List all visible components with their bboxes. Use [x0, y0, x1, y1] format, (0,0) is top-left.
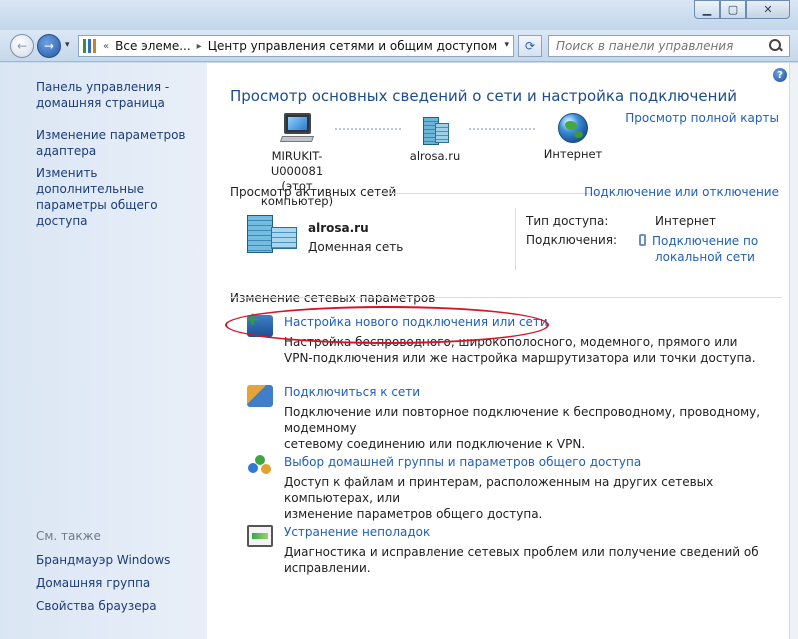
close-button[interactable]: ✕ [746, 0, 790, 19]
task-description: Подключение или повторное подключение к … [284, 404, 784, 452]
sidebar-item-label: Панель управления - [36, 80, 170, 94]
map-connector [469, 128, 535, 130]
globe-icon [558, 113, 588, 143]
section-divider [379, 193, 599, 194]
address-dropdown-icon[interactable]: ▾ [504, 40, 509, 50]
access-type-value: Интернет [655, 214, 717, 228]
sidebar-item-adapter-settings[interactable]: Изменение параметров адаптера [36, 127, 186, 159]
task-homegroup: Выбор домашней группы и параметров общег… [247, 455, 782, 521]
forward-arrow-icon: → [43, 39, 55, 53]
task-description-line: изменение параметров общего доступа. [284, 507, 543, 521]
back-button[interactable]: ← [10, 34, 34, 58]
recent-pages-dropdown[interactable]: ▾ [65, 40, 70, 50]
task-troubleshoot: Устранение неполадок Диагностика и испра… [247, 525, 782, 575]
sidebar-item-browser-properties[interactable]: Свойства браузера [36, 598, 157, 614]
section-divider [230, 297, 782, 298]
main-content: ? Просмотр основных сведений о сети и на… [207, 63, 789, 639]
sidebar-item-firewall[interactable]: Брандмауэр Windows [36, 552, 170, 568]
back-arrow-icon: ← [16, 39, 28, 53]
search-box [548, 35, 790, 57]
refresh-button[interactable]: ⟳ [518, 35, 542, 57]
internet-label: Интернет [543, 147, 603, 161]
active-network-name: alrosa.ru [308, 221, 369, 235]
task-description-line: сетевому соединению или подключение к VP… [284, 437, 586, 451]
breadcrumb-network-center[interactable]: Центр управления сетями и общим доступом [208, 39, 497, 53]
address-bar[interactable]: « Все элеме... ▸ Центр управления сетями… [78, 35, 514, 57]
breadcrumb-all-items[interactable]: Все элеме... [115, 39, 191, 53]
search-input[interactable] [549, 36, 767, 56]
minimize-button[interactable]: ▁ [694, 0, 720, 19]
window-controls: ▁ ▢ ✕ [694, 0, 790, 19]
sidebar-item-label: домашняя страница [36, 96, 165, 110]
task-description-line: Подключение или повторное подключение к … [284, 405, 761, 435]
connections-label: Подключения: [526, 233, 618, 247]
task-new-connection: Настройка нового подключения или сети На… [245, 309, 784, 366]
forward-button[interactable]: → [37, 34, 61, 58]
breadcrumb-overflow[interactable]: « [103, 41, 109, 52]
task-description-line: VPN-подключения или же настройка маршрут… [284, 351, 756, 365]
help-icon[interactable]: ? [773, 68, 787, 82]
page-title: Просмотр основных сведений о сети и наст… [230, 87, 737, 105]
vertical-divider [515, 208, 516, 270]
ethernet-icon [639, 234, 646, 246]
local-connection-link[interactable]: Подключение по локальной сети [639, 233, 758, 265]
domain-network-icon [247, 215, 299, 253]
connect-network-icon [247, 385, 273, 407]
computer-icon [279, 113, 315, 143]
maximize-button[interactable]: ▢ [720, 0, 746, 19]
full-map-link[interactable]: Просмотр полной карты [625, 111, 779, 125]
control-panel-icon [83, 39, 99, 53]
access-type-label: Тип доступа: [526, 214, 609, 228]
task-description-line: Доступ к файлам и принтерам, расположенн… [284, 475, 714, 505]
refresh-icon: ⟳ [524, 39, 536, 53]
local-connection-label: Подключение по [652, 234, 759, 248]
active-networks-heading: Просмотр активных сетей [230, 185, 397, 199]
new-connection-icon [245, 309, 273, 337]
active-network-type: Доменная сеть [308, 240, 404, 254]
computer-name: MIRUKIT-U000081 [270, 149, 324, 178]
vertical-scrollbar[interactable] [789, 63, 798, 639]
domain-network-icon [421, 113, 449, 145]
task-description: Доступ к файлам и принтерам, расположенн… [284, 474, 784, 522]
troubleshoot-icon [247, 525, 273, 547]
sidebar: Панель управления - домашняя страница Из… [0, 63, 207, 639]
sidebar-item-label: параметры общего доступа [36, 198, 158, 228]
connect-disconnect-link[interactable]: Подключение или отключение [584, 185, 779, 199]
map-connector [335, 128, 401, 130]
new-connection-link[interactable]: Настройка нового подключения или сети [284, 315, 548, 329]
connect-network-link[interactable]: Подключиться к сети [284, 385, 420, 399]
title-bar: ▁ ▢ ✕ [0, 0, 798, 30]
map-node-network[interactable]: alrosa.ru [400, 113, 470, 164]
task-description-line: Настройка беспроводного, широкополосного… [284, 335, 738, 349]
homegroup-link[interactable]: Выбор домашней группы и параметров общег… [284, 455, 641, 469]
task-description: Диагностика и исправление сетевых пробле… [284, 544, 784, 576]
task-connect-network: Подключиться к сети Подключение или повт… [247, 385, 782, 451]
navigation-bar: ← → ▾ « Все элеме... ▸ Центр управления … [0, 30, 798, 62]
sidebar-item-label: Изменить дополнительные [36, 166, 144, 196]
homegroup-icon [247, 455, 273, 477]
sidebar-item-label: адаптера [36, 144, 97, 158]
breadcrumb-separator[interactable]: ▸ [197, 41, 202, 52]
sidebar-item-homegroup[interactable]: Домашняя группа [36, 575, 150, 591]
see-also-heading: См. также [36, 529, 101, 543]
sidebar-item-label: Изменение параметров [36, 128, 186, 142]
sidebar-item-sharing-settings[interactable]: Изменить дополнительные параметры общего… [36, 165, 207, 229]
task-description-line: Диагностика и исправление сетевых пробле… [284, 545, 759, 575]
task-description: Настройка беспроводного, широкополосного… [284, 334, 784, 366]
map-node-internet[interactable]: Интернет [533, 113, 613, 162]
local-connection-label: локальной сети [655, 250, 755, 264]
change-settings-heading: Изменение сетевых параметров [230, 291, 436, 305]
troubleshoot-link[interactable]: Устранение неполадок [284, 525, 430, 539]
sidebar-item-home[interactable]: Панель управления - домашняя страница [36, 79, 169, 111]
search-icon[interactable] [767, 37, 785, 55]
network-name: alrosa.ru [409, 149, 461, 163]
